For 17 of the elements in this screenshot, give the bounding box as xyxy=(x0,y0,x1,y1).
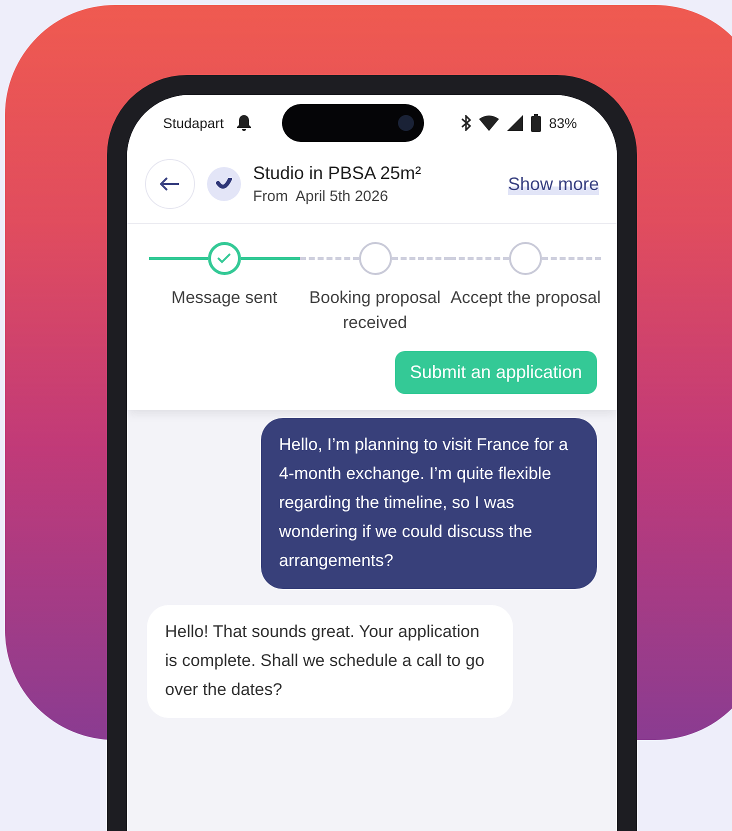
step-label: Message sent xyxy=(171,287,278,309)
bluetooth-icon xyxy=(460,115,471,131)
step-label: Booking proposal received xyxy=(308,287,442,334)
logo-icon xyxy=(207,167,241,201)
step-label: Accept the proposal xyxy=(450,287,601,309)
back-button[interactable] xyxy=(145,159,195,209)
wifi-icon xyxy=(478,115,499,131)
back-arrow-icon xyxy=(160,177,180,191)
battery-percentage: 83% xyxy=(548,115,577,131)
status-carrier: Studapart xyxy=(163,115,224,131)
signal-icon xyxy=(506,115,523,131)
listing-title: Studio in PBSA 25m² xyxy=(253,163,422,184)
received-message: Hello! That sounds great. Your application is complete. Shall we schedule a call to go over the dates? xyxy=(147,605,513,718)
battery-icon xyxy=(530,114,541,132)
bell-icon xyxy=(236,114,252,132)
sent-message: Hello, I’m planning to visit France for a 4-month exchange. I’m quite flexible regarding the timeline, so I was wondering if we could discuss the arrangements? xyxy=(261,418,597,589)
listing-date: From April 5th 2026 xyxy=(253,188,390,205)
